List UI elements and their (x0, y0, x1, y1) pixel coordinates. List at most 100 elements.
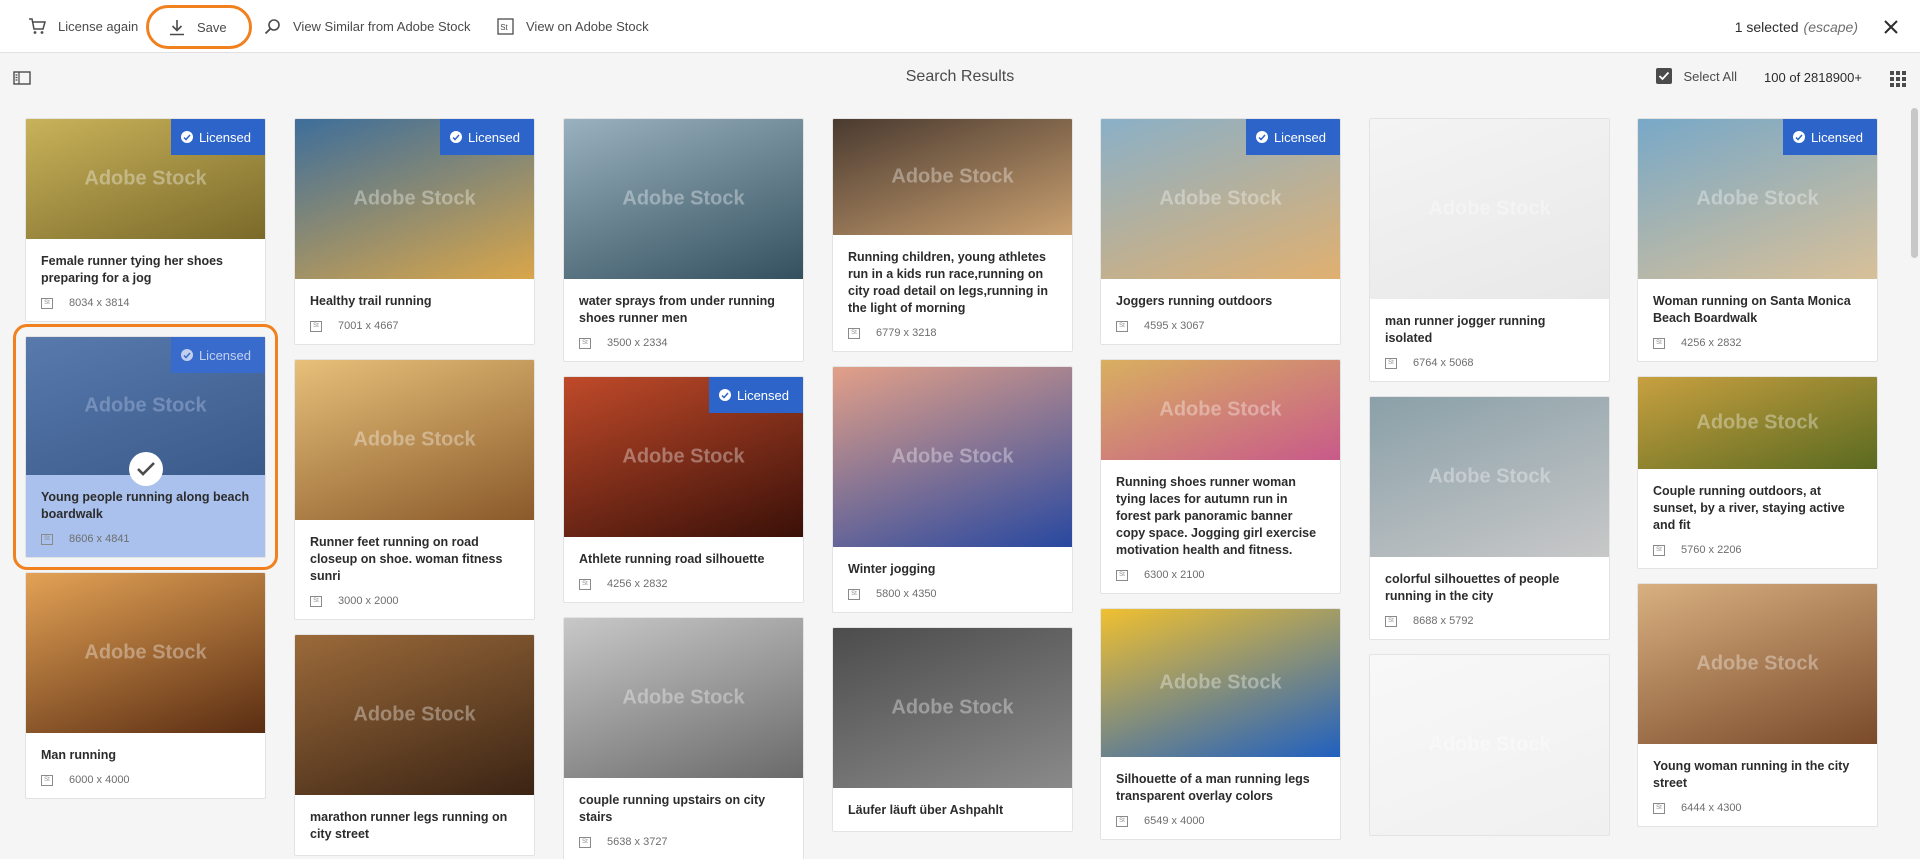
stock-icon: St (1385, 357, 1397, 369)
stock-icon: St (1653, 802, 1665, 814)
asset-dimensions: St 6764 x 5068 (1385, 357, 1594, 369)
asset-dimensions-text: 6000 x 4000 (69, 774, 130, 786)
asset-card[interactable]: Adobe Stock Couple running outdoors, at s… (1637, 376, 1878, 569)
asset-card[interactable]: Adobe Stock Silhouette of a man running l… (1100, 608, 1341, 840)
asset-thumbnail[interactable]: Adobe Stock (564, 119, 803, 279)
asset-info: man runner jogger running isolated St 6764… (1370, 299, 1609, 381)
cart-icon (29, 18, 46, 34)
view-on-stock-button[interactable]: St View on Adobe Stock (497, 0, 649, 53)
asset-dimensions: St 5760 x 2206 (1653, 544, 1862, 556)
asset-title: colorful silhouettes of people running i… (1385, 572, 1560, 603)
asset-thumbnail[interactable]: Adobe Stock (295, 635, 534, 795)
licensed-badge: Licensed (439, 119, 534, 155)
asset-card[interactable]: Adobe Stock Young woman running in the ci… (1637, 583, 1878, 827)
stock-icon: St (41, 533, 53, 545)
asset-thumbnail[interactable]: Adobe Stock Licensed (1638, 119, 1877, 279)
scrollbar-thumb[interactable] (1911, 108, 1918, 258)
asset-thumbnail[interactable]: Adobe Stock (833, 628, 1072, 788)
asset-thumbnail[interactable]: Adobe Stock Licensed (26, 119, 265, 239)
asset-card[interactable]: Adobe Stock (1369, 654, 1610, 836)
check-icon (449, 131, 462, 143)
select-all-button[interactable]: Select All (1655, 68, 1737, 84)
license-again-button[interactable]: License again (28, 0, 138, 53)
asset-thumbnail[interactable]: Adobe Stock (1370, 655, 1609, 835)
asset-card[interactable]: Adobe Stock Runner feet running on road c… (294, 359, 535, 620)
asset-card[interactable]: Adobe Stock Man running St 6000 x 4000 (25, 572, 266, 799)
selected-count-text: 1 selected (1734, 18, 1799, 35)
stock-icon: St (579, 836, 591, 848)
asset-title: Couple running outdoors, at sunset, by a… (1653, 484, 1845, 532)
asset-thumbnail[interactable]: Adobe Stock (1638, 584, 1877, 744)
view-similar-button[interactable]: View Similar from Adobe Stock (264, 0, 471, 53)
asset-card[interactable]: Adobe Stock Licensed Athlete running road … (563, 376, 804, 603)
download-icon (170, 19, 184, 35)
asset-title: Running shoes runner woman tying laces f… (1116, 475, 1317, 557)
check-icon (180, 131, 193, 143)
asset-card[interactable]: Adobe Stock Licensed Female runner tying h… (25, 118, 266, 322)
asset-dimensions-text: 8688 x 5792 (1413, 615, 1474, 627)
asset-thumbnail[interactable]: Adobe Stock (1370, 397, 1609, 557)
asset-thumbnail[interactable]: Adobe Stock (295, 360, 534, 520)
asset-card[interactable]: Adobe Stock Läufer läuft über Ashpahlt (832, 627, 1073, 832)
asset-title: Young people running along beach boardwa… (41, 490, 250, 521)
asset-card[interactable]: Adobe Stock Licensed Young people running … (13, 324, 278, 570)
asset-thumbnail[interactable]: Adobe Stock Licensed (564, 377, 803, 537)
asset-dimensions: St 7001 x 4667 (310, 320, 519, 332)
stock-icon: St (579, 578, 591, 590)
result-count: 100 of 2818900+ (1764, 70, 1862, 85)
asset-dimensions: St 5638 x 3727 (579, 836, 788, 848)
asset-title: Joggers running outdoors (1116, 294, 1273, 308)
asset-thumbnail[interactable]: Adobe Stock (1101, 609, 1340, 757)
asset-card[interactable]: Adobe Stock marathon runner legs running … (294, 634, 535, 856)
asset-dimensions-text: 5760 x 2206 (1681, 544, 1742, 556)
asset-card[interactable]: Adobe Stock Licensed Woman running on Sant… (1637, 118, 1878, 362)
asset-card[interactable]: Adobe Stock Licensed Healthy trail running… (294, 118, 535, 345)
check-icon (1792, 131, 1805, 143)
asset-dimensions: St 6779 x 3218 (848, 327, 1057, 339)
asset-thumbnail[interactable]: Adobe Stock (1370, 119, 1609, 299)
watermark: Adobe Stock (1428, 733, 1551, 756)
watermark: Adobe Stock (622, 445, 745, 468)
asset-dimensions-text: 4256 x 2832 (1681, 337, 1742, 349)
asset-thumbnail[interactable]: Adobe Stock Licensed (295, 119, 534, 279)
results-column: Adobe Stock Licensed Female runner tying h… (13, 118, 278, 813)
view-switcher-button[interactable] (1890, 71, 1906, 92)
asset-card[interactable]: Adobe Stock Running shoes runner woman ty… (1100, 359, 1341, 594)
save-button[interactable]: Save (146, 5, 252, 49)
watermark: Adobe Stock (891, 696, 1014, 719)
asset-thumbnail[interactable]: Adobe Stock Licensed (1101, 119, 1340, 279)
asset-info: Running children, young athletes run in … (833, 235, 1072, 351)
stock-icon: St (848, 588, 860, 600)
asset-dimensions-text: 4595 x 3067 (1144, 320, 1205, 332)
stock-icon: St (1653, 337, 1665, 349)
asset-thumbnail[interactable]: Adobe Stock (1638, 377, 1877, 469)
watermark: Adobe Stock (891, 445, 1014, 468)
licensed-label: Licensed (736, 387, 789, 403)
close-selection-button[interactable] (1880, 16, 1902, 38)
checkbox-icon (1655, 68, 1672, 84)
asset-card[interactable]: Adobe Stock Licensed Joggers running outdo… (1100, 118, 1341, 345)
stock-icon: St (41, 297, 53, 309)
asset-info: Winter jogging St 5800 x 4350 (833, 547, 1072, 612)
escape-hint: (escape) (1803, 18, 1858, 35)
asset-dimensions-text: 6779 x 3218 (876, 327, 937, 339)
asset-info: Läufer läuft über Ashpahlt (833, 788, 1072, 831)
watermark: Adobe Stock (84, 641, 207, 664)
asset-thumbnail[interactable]: Adobe Stock (833, 119, 1072, 235)
license-again-label: License again (58, 19, 139, 34)
results-column: Adobe Stock Licensed Healthy trail running… (294, 118, 535, 859)
asset-thumbnail[interactable]: Adobe Stock (26, 573, 265, 733)
asset-card[interactable]: Adobe Stock Winter jogging St 5800 x 4350 (832, 366, 1073, 613)
asset-thumbnail[interactable]: Adobe Stock (564, 618, 803, 778)
asset-thumbnail[interactable]: Adobe Stock (1101, 360, 1340, 460)
results-column: Adobe Stock Licensed Joggers running outdo… (1100, 118, 1341, 854)
selected-check-icon[interactable] (128, 452, 163, 486)
asset-card[interactable]: Adobe Stock water sprays from under runni… (563, 118, 804, 362)
asset-card[interactable]: Adobe Stock couple running upstairs on ci… (563, 617, 804, 859)
asset-card[interactable]: Adobe Stock colorful silhouettes of peopl… (1369, 396, 1610, 640)
asset-dimensions: St 3500 x 2334 (579, 337, 788, 349)
asset-card[interactable]: Adobe Stock Running children, young athle… (832, 118, 1073, 352)
asset-dimensions-text: 6300 x 2100 (1144, 569, 1205, 581)
asset-thumbnail[interactable]: Adobe Stock (833, 367, 1072, 547)
asset-card[interactable]: Adobe Stock man runner jogger running iso… (1369, 118, 1610, 382)
